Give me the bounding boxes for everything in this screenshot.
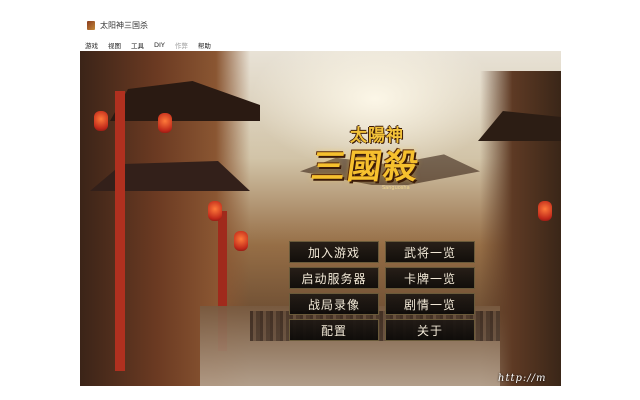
title-bar: 太阳神三国杀 [80,14,561,36]
menu-bar: 游戏 视图 工具 DIY 作弊 帮助 [80,38,561,51]
join-game-button[interactable]: 加入游戏 [289,241,379,263]
generals-list-button[interactable]: 武将一览 [385,241,475,263]
config-button[interactable]: 配置 [289,319,379,341]
menu-diy[interactable]: DIY [154,41,165,49]
start-server-button[interactable]: 启动服务器 [289,267,379,289]
watermark-text: http://m [498,373,547,384]
cards-list-button[interactable]: 卡牌一览 [385,267,475,289]
menu-game[interactable]: 游戏 [85,40,98,50]
logo-sub-text: Sanguosha [382,185,410,191]
app-icon [87,20,95,30]
lantern-icon [234,231,248,251]
logo-main-text: 三國殺 [308,147,423,187]
lantern-icon [208,201,222,221]
main-menu: 加入游戏 武将一览 启动服务器 卡牌一览 战局录像 剧情一览 配置 关于 [289,241,475,343]
window-title: 太阳神三国杀 [100,20,148,30]
about-button[interactable]: 关于 [385,319,475,341]
menu-help[interactable]: 帮助 [198,40,211,50]
game-start-screen: 太陽神 三國殺 Sanguosha 加入游戏 武将一览 启动服务器 卡牌一览 战… [80,51,561,386]
lantern-icon [158,113,172,133]
story-list-button[interactable]: 剧情一览 [385,293,475,315]
replay-button[interactable]: 战局录像 [289,293,379,315]
menu-tools[interactable]: 工具 [131,40,144,50]
menu-cheat: 作弊 [174,41,188,50]
game-logo: 太陽神 三國殺 Sanguosha [300,121,480,201]
lantern-icon [94,111,108,131]
lantern-icon [538,201,552,221]
app-window: 太阳神三国杀 游戏 视图 工具 DIY 作弊 帮助 太陽神 三國殺 Sanguo… [80,14,561,386]
menu-view[interactable]: 视图 [108,40,121,50]
red-pillar-image [115,91,125,371]
